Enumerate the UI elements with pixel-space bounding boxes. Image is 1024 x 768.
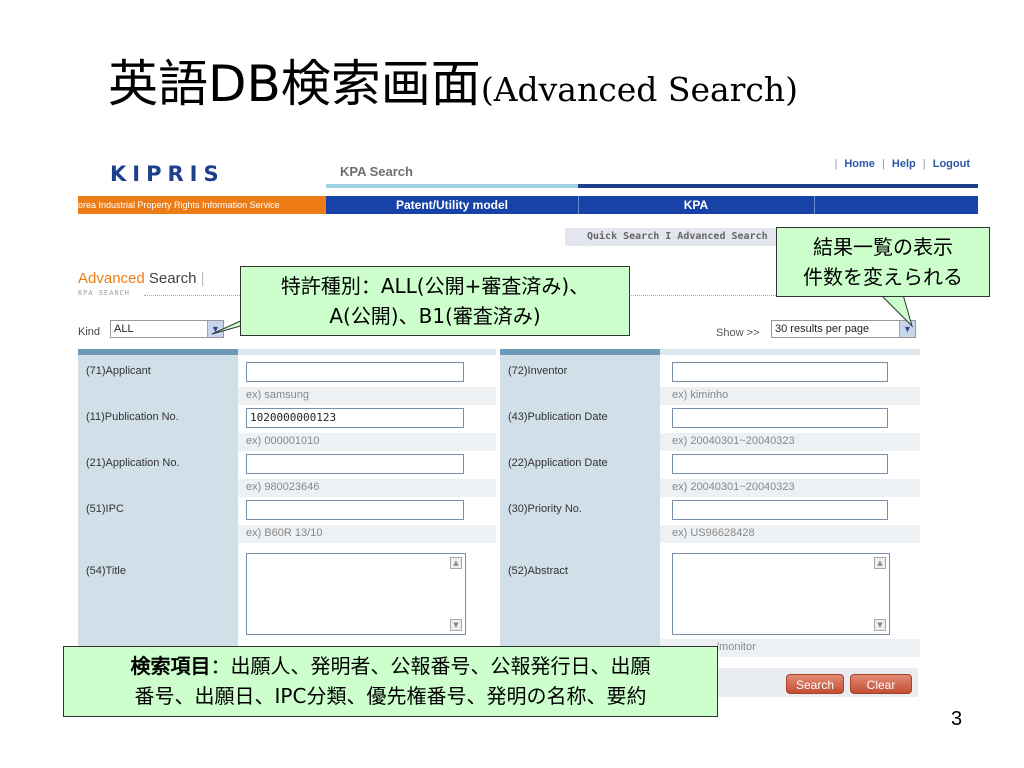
form-panel-left: (71)Applicant ex) samsung (11)Publicatio… — [78, 349, 496, 649]
show-label: Show >> — [716, 327, 760, 339]
abstract-example: /monitor — [716, 641, 756, 653]
header-accent-bar — [326, 184, 578, 188]
help-link[interactable]: Help — [892, 158, 916, 170]
tab-patent-utility[interactable]: Patent/Utility model — [326, 196, 578, 214]
publication-date-example: ex) 20040301~20040323 — [672, 435, 795, 447]
ipc-input[interactable] — [246, 500, 464, 520]
kind-select[interactable]: ALL ▼ — [110, 320, 224, 338]
application-date-example: ex) 20040301~20040323 — [672, 481, 795, 493]
kind-callout-line1: 特許種別：ALL(公開+審査済み)、 — [280, 274, 590, 298]
scroll-down-icon[interactable]: ▼ — [874, 619, 886, 631]
applicant-example: ex) samsung — [246, 389, 309, 401]
application-no-input[interactable] — [246, 454, 464, 474]
top-links: | Home | Help | Logout — [834, 158, 970, 170]
nav-divider — [814, 196, 815, 214]
kind-label: Kind — [78, 326, 101, 338]
applicant-input[interactable] — [246, 362, 464, 382]
priority-no-label: (30)Priority No. — [508, 503, 582, 515]
publication-no-label: (11)Publication No. — [86, 411, 179, 423]
fields-callout-line2: 番号、出願日、IPC分類、優先権番号、発明の名称、要約 — [134, 684, 647, 708]
results-per-page-select[interactable]: 30 results per page ▼ — [771, 320, 916, 338]
main-nav: Patent/Utility model KPA — [326, 196, 978, 214]
subnav-quick-advanced[interactable]: Quick Search I Advanced Search — [565, 228, 785, 246]
header-accent-bar-dark — [578, 184, 978, 188]
inventor-input[interactable] — [672, 362, 888, 382]
publication-no-input[interactable]: 1020000000123 — [246, 408, 464, 428]
slide-title: 英語DB検索画面(Advanced Search) — [108, 44, 798, 114]
fields-callout: 検索項目：出願人、発明者、公報番号、公報発行日、出願 番号、出願日、IPC分類、… — [63, 646, 718, 717]
application-no-example: ex) 980023646 — [246, 481, 320, 493]
page-heading: Advanced Search | — [78, 270, 205, 287]
section-title: KPA Search — [340, 164, 413, 179]
results-callout-line2: 件数を変えられる — [803, 265, 963, 289]
applicant-label: (71)Applicant — [86, 365, 151, 377]
inventor-example: ex) kiminho — [672, 389, 729, 401]
abstract-textarea[interactable]: ▲ ▼ — [672, 553, 890, 635]
home-link[interactable]: Home — [844, 158, 875, 170]
tab-kpa[interactable]: KPA — [578, 196, 814, 214]
chevron-down-icon[interactable]: ▼ — [899, 321, 915, 337]
application-date-input[interactable] — [672, 454, 888, 474]
form-panel-right: (72)Inventor ex) kiminho (43)Publication… — [500, 349, 920, 657]
results-callout: 結果一覧の表示 件数を変えられる — [776, 227, 990, 297]
search-button[interactable]: Search — [786, 674, 844, 694]
results-callout-line1: 結果一覧の表示 — [813, 235, 953, 259]
abstract-label: (52)Abstract — [508, 565, 568, 577]
kind-callout: 特許種別：ALL(公開+審査済み)、 A(公開)、B1(審査済み) — [240, 266, 630, 336]
application-date-label: (22)Application Date — [508, 457, 608, 469]
page-number: 3 — [951, 708, 963, 730]
scroll-up-icon[interactable]: ▲ — [874, 557, 886, 569]
ipc-label: (51)IPC — [86, 503, 124, 515]
publication-no-example: ex) 000001010 — [246, 435, 320, 447]
scroll-up-icon[interactable]: ▲ — [450, 557, 462, 569]
publication-date-input[interactable] — [672, 408, 888, 428]
org-name-strip: orea Industrial Property Rights Informat… — [78, 196, 326, 214]
scroll-down-icon[interactable]: ▼ — [450, 619, 462, 631]
title-label: (54)Title — [86, 565, 126, 577]
page-subheading: KPA SEARCH — [78, 290, 131, 298]
fields-callout-line1: 検索項目：出願人、発明者、公報番号、公報発行日、出願 — [130, 654, 651, 678]
kipris-logo: KIPRIS — [110, 162, 225, 186]
slide-title-jp: 英語DB検索画面 — [108, 55, 481, 113]
priority-no-input[interactable] — [672, 500, 888, 520]
publication-date-label: (43)Publication Date — [508, 411, 608, 423]
priority-no-example: ex) US96628428 — [672, 527, 755, 539]
title-textarea[interactable]: ▲ ▼ — [246, 553, 466, 635]
application-no-label: (21)Application No. — [86, 457, 180, 469]
kind-callout-line2: A(公開)、B1(審査済み) — [329, 304, 541, 328]
slide-title-en: (Advanced Search) — [480, 70, 799, 109]
inventor-label: (72)Inventor — [508, 365, 568, 377]
logout-link[interactable]: Logout — [933, 158, 970, 170]
chevron-down-icon[interactable]: ▼ — [207, 321, 223, 337]
clear-button[interactable]: Clear — [850, 674, 912, 694]
ipc-example: ex) B60R 13/10 — [246, 527, 323, 539]
